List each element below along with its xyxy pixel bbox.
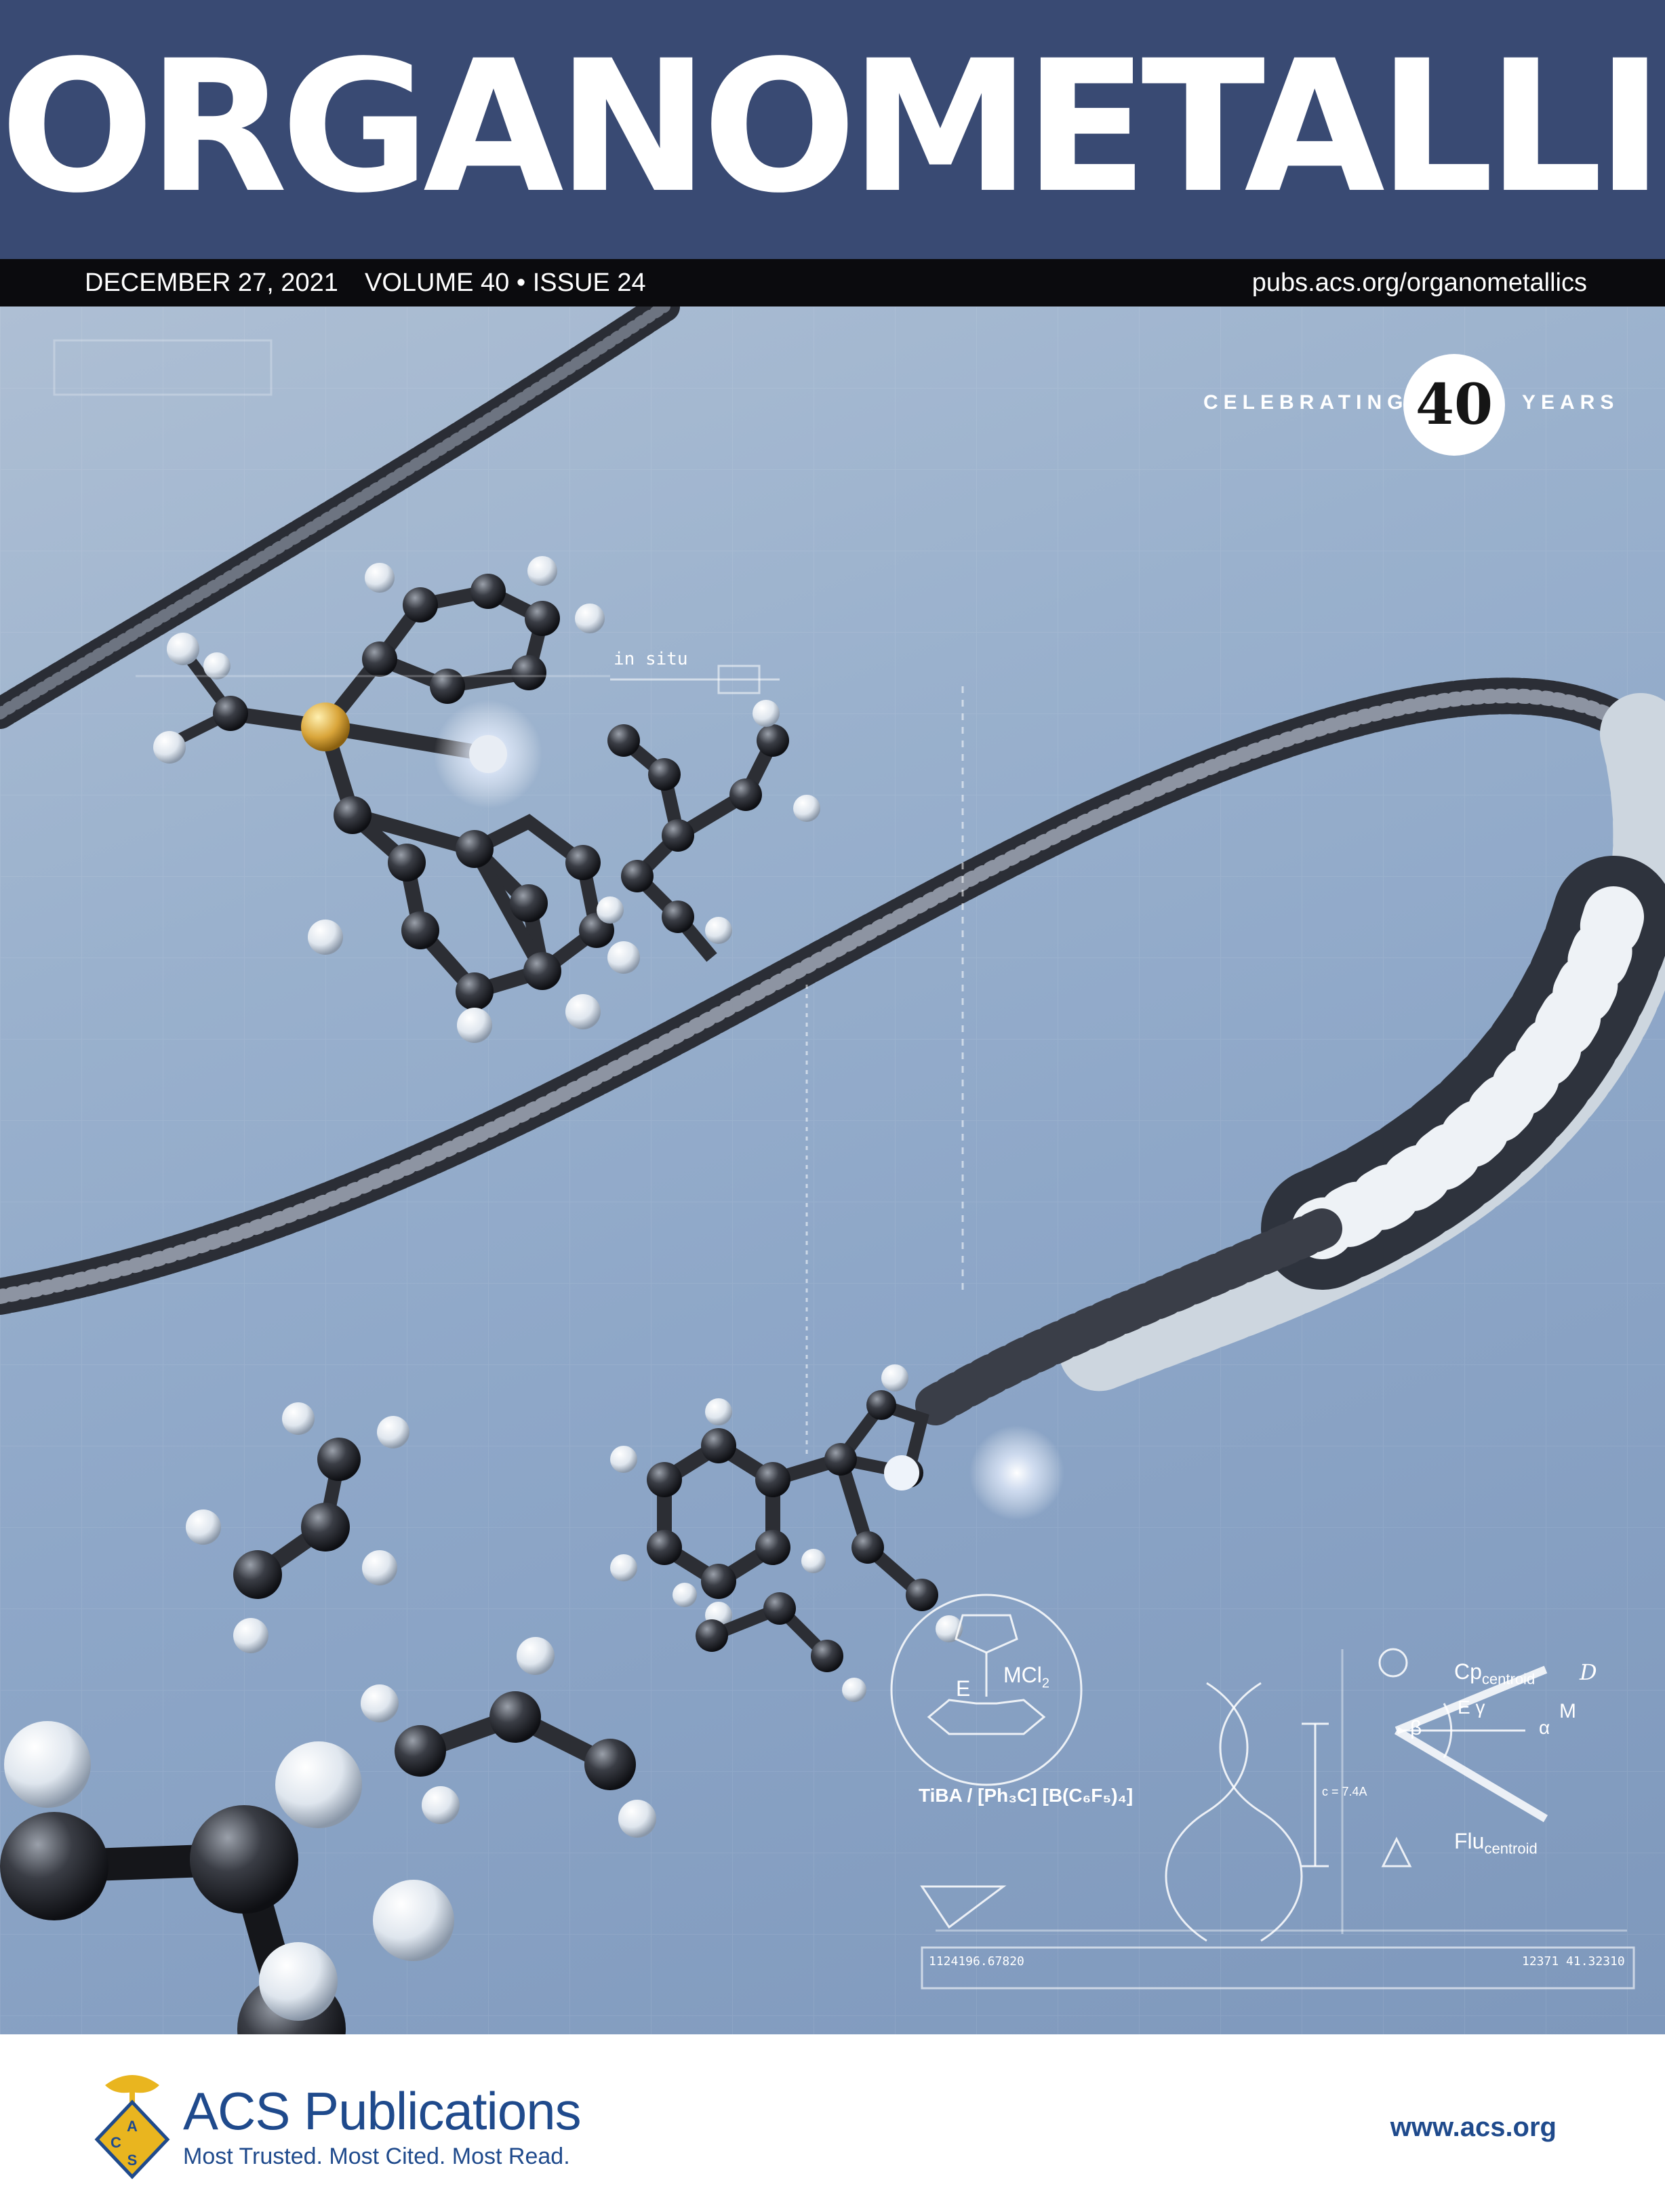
logo-letter-s: S	[127, 2152, 138, 2169]
in-situ-label: in situ	[614, 649, 688, 669]
issue-date: DECEMBER 27, 2021	[85, 269, 338, 297]
publisher-url[interactable]: www.acs.org	[1390, 2110, 1557, 2144]
logo-letter-a: A	[127, 2118, 138, 2135]
journal-url: pubs.acs.org/organometallics	[1251, 269, 1587, 297]
logo-letter-c: C	[111, 2134, 121, 2151]
activator-label: TiBA / [Ph₃C] [B(C₆F₅)₄]	[919, 1785, 1134, 1806]
distance-D-label: D	[1580, 1659, 1597, 1685]
metal-formula: MCl	[1003, 1663, 1042, 1687]
cp-label: Cp	[1454, 1659, 1482, 1684]
flu-centroid-subscript: centroid	[1484, 1840, 1538, 1857]
catalyst-metal-label: MCl2	[1003, 1663, 1049, 1691]
helix-pitch-label: c = 7.4A	[1322, 1785, 1367, 1798]
readout-left: 1124196.67820	[929, 1954, 1024, 1969]
masthead: ORGANOMETALLICS	[0, 0, 1665, 259]
cover-artwork: CELEBRATING 40 YEARS in situ E MCl2 TiBA…	[0, 307, 1665, 2034]
alpha-angle-label: α	[1539, 1717, 1550, 1738]
acs-logo-icon: A C S	[94, 2075, 170, 2179]
beta-angle-label: β	[1410, 1717, 1422, 1739]
readout-right: 12371 41.32310	[1522, 1954, 1625, 1969]
anniversary-suffix: YEARS	[1522, 391, 1620, 414]
journal-title: ORGANOMETALLICS	[0, 22, 1665, 233]
metal-formula-subscript: 2	[1041, 1676, 1049, 1691]
anniversary-prefix: CELEBRATING	[1203, 391, 1409, 414]
cp-centroid-subscript: centroid	[1481, 1670, 1536, 1688]
flu-centroid-label: Flucentroid	[1454, 1829, 1538, 1857]
catalyst-E-label: E	[956, 1676, 971, 1701]
cp-centroid-label: Cpcentroid	[1454, 1659, 1535, 1688]
issue-bar: DECEMBER 27, 2021 VOLUME 40 • ISSUE 24 p…	[0, 259, 1665, 307]
journal-cover: ORGANOMETALLICS DECEMBER 27, 2021 VOLUME…	[0, 0, 1665, 2212]
gamma-angle-label: E γ	[1458, 1697, 1485, 1718]
publisher-name: ACS Publications	[183, 2081, 582, 2141]
publisher-tagline: Most Trusted. Most Cited. Most Read.	[183, 2144, 570, 2169]
molecular-illustration	[0, 307, 1665, 2034]
issue-volume: VOLUME 40 • ISSUE 24	[365, 269, 646, 297]
flu-label: Flu	[1454, 1829, 1485, 1853]
metal-M-label: M	[1559, 1700, 1576, 1722]
anniversary-number-badge: 40	[1403, 354, 1505, 456]
publisher-footer: A C S ACS Publications Most Trusted. Mos…	[0, 2034, 1665, 2212]
